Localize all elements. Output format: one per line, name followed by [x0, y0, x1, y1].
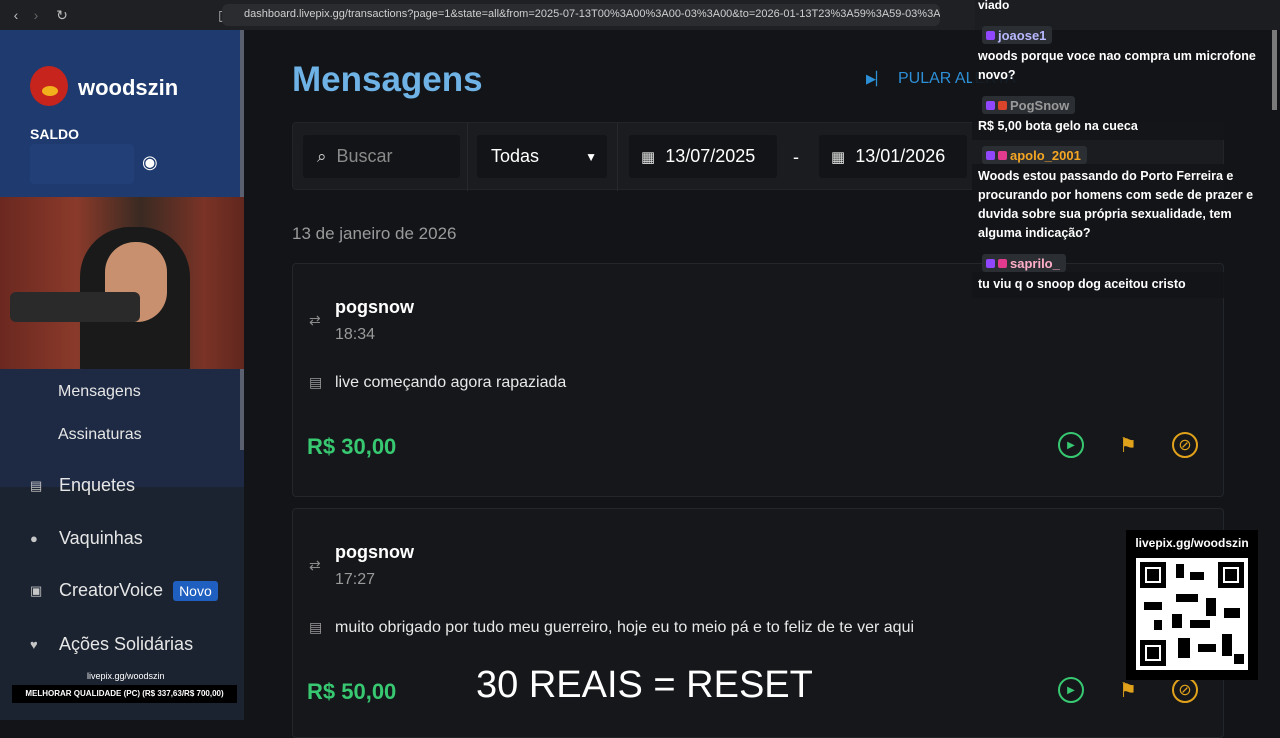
date-to-field[interactable]: ▦ 13/01/2026	[819, 135, 967, 178]
date-from-value: 13/07/2025	[665, 146, 756, 166]
sidebar-item-creatorvoice[interactable]: ▣ CreatorVoice Novo	[30, 580, 218, 601]
sidebar-item-assinaturas[interactable]: Assinaturas	[58, 426, 142, 444]
transaction-amount: R$ 50,00	[307, 679, 397, 704]
browser-toolbar: ‹ › ↻ ▯ dashboard.livepix.gg/transaction…	[0, 0, 975, 30]
qr-code	[1136, 558, 1248, 670]
reload-icon[interactable]: ↻	[52, 5, 72, 25]
transaction-message: muito obrigado por tudo meu guerreiro, h…	[335, 619, 915, 636]
stream-chat-overlay: viado joaose1 woods porque voce nao comp…	[972, 0, 1280, 300]
eye-icon[interactable]: ◉	[142, 152, 158, 173]
balance-label: SALDO	[30, 126, 79, 142]
sidebar-item-acoes-solidarias[interactable]: ♥ Ações Solidárias	[30, 634, 193, 655]
flag-button[interactable]: ⚑	[1115, 677, 1141, 703]
chat-username-text: joaose1	[998, 28, 1047, 43]
search-icon: ⌕	[317, 146, 327, 166]
sidebar-submenu: Mensagens Assinaturas	[0, 369, 244, 487]
address-bar[interactable]: dashboard.livepix.gg/transactions?page=1…	[222, 4, 940, 26]
voice-icon: ▣	[30, 582, 43, 598]
chat-username: joaose1	[982, 26, 1053, 44]
sidebar-item-enquetes[interactable]: ▤ Enquetes	[30, 475, 135, 496]
webcam-overlay	[0, 197, 255, 369]
state-select[interactable]: Todas ▼	[477, 135, 607, 178]
badge-icon	[986, 151, 995, 160]
charity-icon: ♥	[30, 637, 38, 652]
block-button[interactable]: ⊘	[1172, 432, 1198, 458]
forward-icon[interactable]: ›	[26, 5, 46, 25]
sidebar-item-label: Enquetes	[59, 475, 136, 495]
sidebar-item-label: CreatorVoice	[59, 580, 164, 600]
sidebar-item-label: Vaquinhas	[59, 528, 143, 548]
chat-username-text: apolo_2001	[1010, 148, 1081, 163]
chat-message: Woods estou passando do Porto Ferreira e…	[972, 164, 1280, 246]
stream-overlay-link: livepix.gg/woodszin	[87, 671, 165, 681]
chat-username: apolo_2001	[982, 146, 1087, 164]
calendar-icon: ▦	[641, 148, 656, 166]
sender-name: pogsnow	[335, 542, 414, 562]
chat-username: saprilo_	[982, 254, 1066, 272]
badge-icon	[986, 31, 995, 40]
badge-icon	[998, 259, 1007, 268]
transfer-icon: ⇄	[309, 312, 321, 328]
sidebar-header: woodszin SALDO ◉	[0, 30, 244, 198]
transaction-message: live começando agora rapaziada	[335, 374, 567, 391]
sidebar-item-label: Ações Solidárias	[59, 634, 194, 654]
chat-fragment: viado	[978, 0, 1010, 12]
transaction-time: 18:34	[335, 326, 376, 343]
chat-username-text: saprilo_	[1010, 256, 1060, 271]
badge-icon	[986, 259, 995, 268]
skip-icon: ▶▏	[866, 71, 886, 86]
balance-value-hidden	[30, 144, 134, 184]
message-icon: ▤	[309, 619, 323, 635]
qr-overlay: livepix.gg/woodszin	[1126, 530, 1258, 680]
microphone	[10, 292, 140, 322]
divider	[617, 123, 618, 191]
sidebar: woodszin SALDO ◉ Mensagens Assinaturas ▤…	[0, 30, 244, 720]
sidebar-item-mensagens[interactable]: Mensagens	[58, 383, 141, 401]
chat-message: tu viu q o snoop dog aceitou cristo	[972, 272, 1280, 298]
goal-progress-bar: MELHORAR QUALIDADE (PC) (R$ 337,63/R$ 70…	[12, 685, 237, 703]
poll-icon: ▤	[30, 477, 43, 493]
divider	[467, 123, 468, 191]
chevron-down-icon: ▼	[585, 149, 597, 164]
new-badge: Novo	[173, 580, 218, 601]
message-icon: ▤	[309, 374, 323, 390]
transfer-icon: ⇄	[309, 557, 321, 573]
sender-name: pogsnow	[335, 297, 414, 317]
avatar[interactable]	[30, 66, 68, 106]
chat-username: PogSnow	[982, 96, 1076, 114]
sidebar-item-vaquinhas[interactable]: ● Vaquinhas	[30, 528, 143, 549]
chat-message: R$ 5,00 bota gelo na cueca	[972, 114, 1280, 140]
search-placeholder: Buscar	[336, 146, 393, 166]
badge-icon	[998, 151, 1007, 160]
state-select-value: Todas	[491, 146, 540, 166]
calendar-icon: ▦	[831, 148, 846, 166]
chat-username-text: PogSnow	[1010, 98, 1070, 113]
block-button[interactable]: ⊘	[1172, 677, 1198, 703]
badge-icon	[998, 101, 1007, 110]
date-to-value: 13/01/2026	[855, 146, 946, 166]
username: woodszin	[78, 75, 179, 100]
stream-caption: 30 REAIS = RESET	[476, 664, 813, 706]
date-group-label: 13 de janeiro de 2026	[292, 224, 457, 243]
transaction-time: 17:27	[335, 571, 376, 588]
search-input[interactable]: ⌕ Buscar	[303, 135, 460, 178]
transaction-amount: R$ 30,00	[307, 434, 397, 459]
replay-button[interactable]: ▶	[1058, 677, 1084, 703]
flag-button[interactable]: ⚑	[1115, 432, 1141, 458]
page-scrollbar[interactable]	[1272, 30, 1277, 110]
chat-message: woods porque voce nao compra um microfon…	[972, 44, 1280, 88]
back-icon[interactable]: ‹	[6, 5, 26, 25]
badge-icon	[986, 101, 995, 110]
replay-button[interactable]: ▶	[1058, 432, 1084, 458]
piggy-bank-icon: ●	[30, 531, 38, 546]
page-title: Mensagens	[292, 60, 483, 99]
date-from-field[interactable]: ▦ 13/07/2025	[629, 135, 777, 178]
qr-label: livepix.gg/woodszin	[1135, 536, 1249, 550]
date-separator: -	[793, 147, 799, 167]
